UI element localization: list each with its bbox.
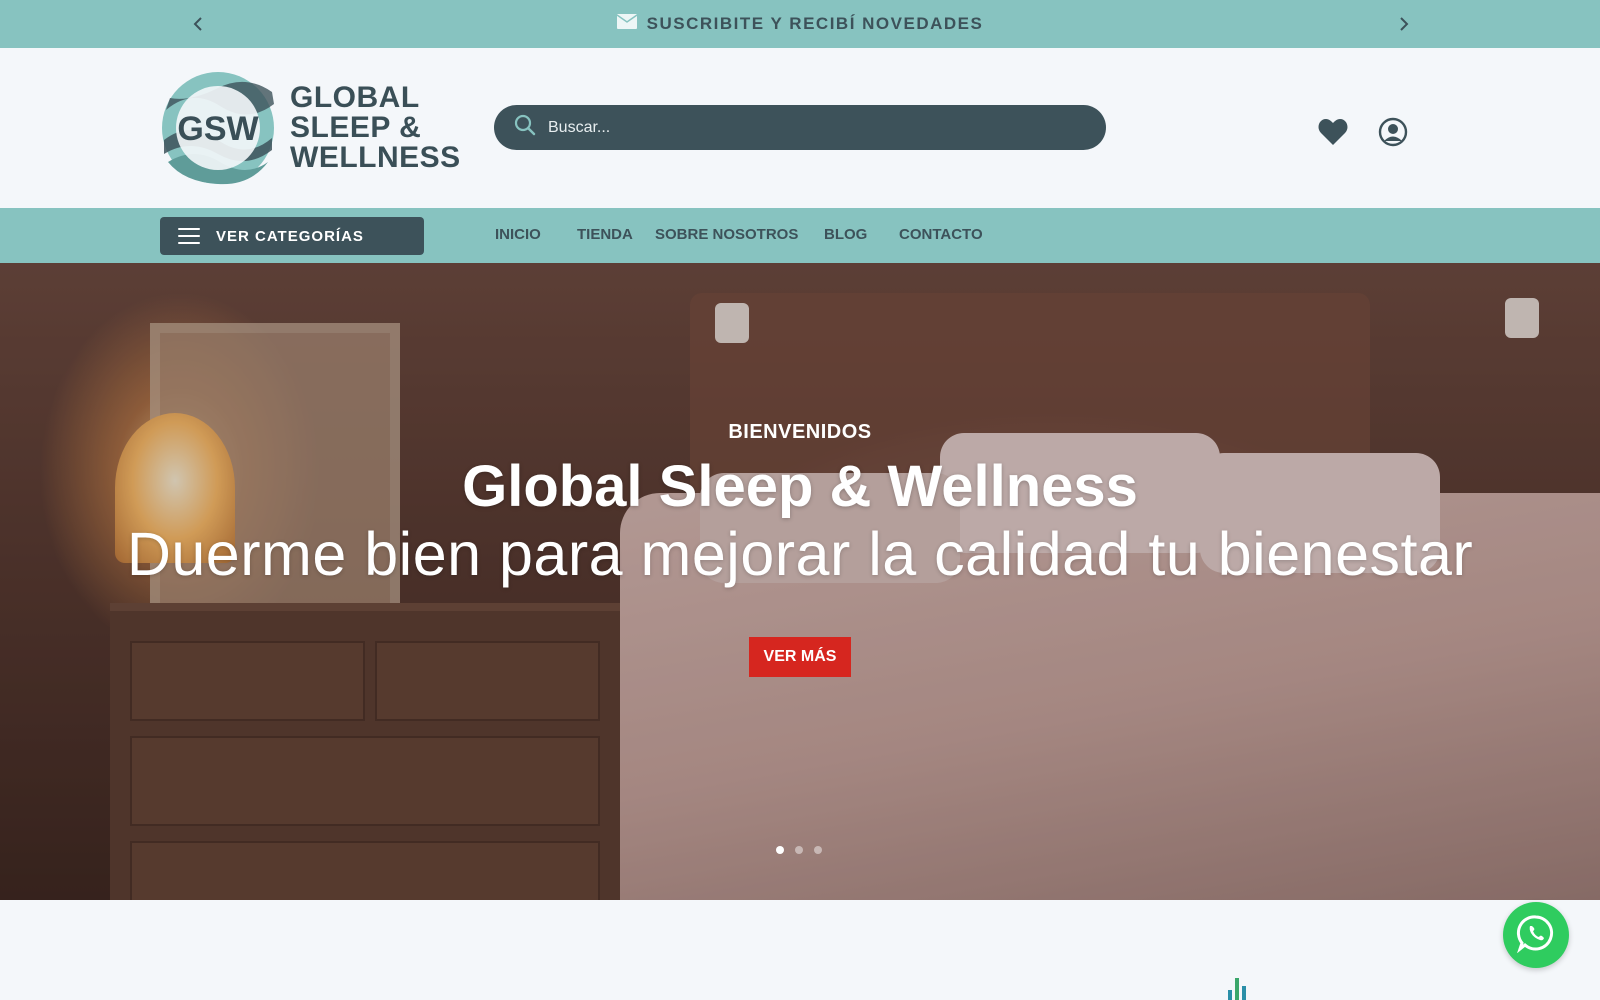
- nav-link-contacto[interactable]: CONTACTO: [899, 226, 983, 243]
- logo-wordmark: GLOBAL SLEEP & WELLNESS: [290, 83, 461, 173]
- slider-dot-1[interactable]: [776, 846, 784, 854]
- search-input[interactable]: [548, 118, 1068, 137]
- logo-line-2: SLEEP &: [290, 111, 422, 144]
- hero-title: Global Sleep & Wellness: [462, 454, 1138, 519]
- nav-link-tienda[interactable]: TIENDA: [577, 226, 633, 243]
- hero-content: BIENVENIDOS Global Sleep & Wellness Duer…: [0, 263, 1600, 900]
- categories-button[interactable]: VER CATEGORÍAS: [160, 217, 424, 255]
- logo-emblem: GSW: [162, 72, 274, 185]
- whatsapp-button[interactable]: [1503, 902, 1569, 968]
- logo-line-1: GLOBAL: [290, 81, 420, 114]
- nav-link-blog[interactable]: BLOG: [824, 226, 867, 243]
- slider-dot-3[interactable]: [814, 846, 822, 854]
- hero-subtitle: Duerme bien para mejorar la calidad tu b…: [126, 520, 1474, 588]
- site-header: GSW GLOBAL SLEEP & WELLNESS: [0, 48, 1600, 208]
- hero-slider[interactable]: BIENVENIDOS Global Sleep & Wellness Duer…: [0, 263, 1600, 900]
- slider-pagination: [776, 846, 822, 854]
- heart-icon[interactable]: [1317, 116, 1349, 148]
- announcement-text: SUSCRIBITE Y RECIBÍ NOVEDADES: [646, 14, 984, 33]
- whatsapp-icon: [1516, 913, 1556, 958]
- ver-mas-button[interactable]: VER MÁS: [749, 637, 851, 677]
- logo-monogram: GSW: [177, 110, 259, 148]
- logo-line-3: WELLNESS: [290, 141, 461, 174]
- search-icon[interactable]: [514, 114, 536, 141]
- slider-dot-2[interactable]: [795, 846, 803, 854]
- chevron-right-icon[interactable]: [1392, 12, 1416, 36]
- announcement-message[interactable]: SUSCRIBITE Y RECIBÍ NOVEDADES: [616, 14, 984, 34]
- user-icon[interactable]: [1377, 116, 1409, 148]
- nav-link-inicio[interactable]: INICIO: [495, 226, 541, 243]
- categories-label: VER CATEGORÍAS: [216, 227, 364, 245]
- chevron-left-icon[interactable]: [186, 12, 210, 36]
- nav-link-sobre-nosotros[interactable]: SOBRE NOSOTROS: [655, 226, 798, 243]
- main-nav: VER CATEGORÍAS INICIO TIENDA SOBRE NOSOT…: [0, 208, 1600, 263]
- hero-kicker: BIENVENIDOS: [728, 421, 872, 443]
- hamburger-icon: [178, 228, 200, 244]
- announcement-bar: SUSCRIBITE Y RECIBÍ NOVEDADES: [0, 0, 1600, 48]
- partial-graphic: [1222, 976, 1262, 1000]
- site-logo[interactable]: GSW GLOBAL SLEEP & WELLNESS: [160, 70, 461, 186]
- search-bar[interactable]: [494, 105, 1106, 150]
- envelope-icon: [616, 14, 638, 34]
